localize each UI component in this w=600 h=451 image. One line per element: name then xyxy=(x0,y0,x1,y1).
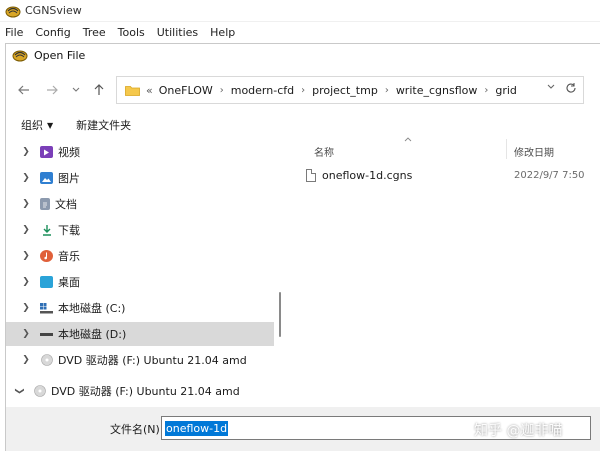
chevron-right-icon[interactable]: ❯ xyxy=(20,277,32,287)
filename-footer: 文件名(N): oneflow-1d 知乎 @迦非喵 xyxy=(6,407,600,451)
breadcrumb-item[interactable]: write_cgnsflow xyxy=(396,84,478,97)
navigation-pane: ❯ 视频 ❯ 图片 ❯ 文档 ❯ 下载 ❯ 音乐 ❯ 桌面 ❯ 本地磁盘 (C:… xyxy=(6,137,274,407)
arrow-up-icon xyxy=(94,84,104,95)
chevron-right-icon[interactable]: › xyxy=(220,85,224,96)
tree-item-label: DVD 驱动器 (F:) Ubuntu 21.04 amd xyxy=(58,354,247,367)
breadcrumb-item[interactable]: project_tmp xyxy=(312,84,378,97)
menu-tree[interactable]: Tree xyxy=(77,23,112,43)
music-icon xyxy=(40,250,53,262)
tree-item-label: 视频 xyxy=(58,146,80,159)
back-button[interactable] xyxy=(14,80,34,100)
chevron-right-icon[interactable]: › xyxy=(484,85,488,96)
tree-item-dvd-drive-expanded[interactable]: ❯ DVD 驱动器 (F:) Ubuntu 21.04 amd xyxy=(6,378,286,404)
chevron-right-icon[interactable]: ❯ xyxy=(20,303,32,313)
app-menubar: File Config Tree Tools Utilities Help xyxy=(0,23,600,43)
address-dropdown-icon[interactable] xyxy=(547,83,555,93)
menu-tools[interactable]: Tools xyxy=(112,23,151,43)
chevron-right-icon[interactable]: ❯ xyxy=(20,355,32,365)
up-button[interactable] xyxy=(89,80,109,100)
chevron-right-icon[interactable]: ❯ xyxy=(20,225,32,235)
tree-item-label: 图片 xyxy=(58,172,80,185)
file-modified: 2022/9/7 7:50 xyxy=(514,170,585,181)
drive-icon xyxy=(40,328,53,340)
tree-item-pictures[interactable]: ❯ 图片 xyxy=(6,166,274,190)
tree-item-music[interactable]: ❯ 音乐 xyxy=(6,244,274,268)
breadcrumb-item[interactable]: grid xyxy=(495,84,517,97)
address-bar[interactable]: « OneFLOW › modern-cfd › project_tmp › w… xyxy=(116,76,584,104)
navigation-row: « OneFLOW › modern-cfd › project_tmp › w… xyxy=(6,72,600,108)
tree-item-label: 本地磁盘 (D:) xyxy=(58,328,127,341)
scrollbar-thumb[interactable] xyxy=(279,292,281,337)
tree-item-label: 音乐 xyxy=(58,250,80,263)
tree-item-label: 下载 xyxy=(58,224,80,237)
forward-button[interactable] xyxy=(42,80,62,100)
dvd-icon xyxy=(40,354,53,366)
tree-item-drive-c[interactable]: ❯ 本地磁盘 (C:) xyxy=(6,296,274,320)
new-folder-button[interactable]: 新建文件夹 xyxy=(76,117,131,133)
tree-item-downloads[interactable]: ❯ 下载 xyxy=(6,218,274,242)
file-icon xyxy=(306,169,316,182)
download-icon xyxy=(40,224,53,236)
breadcrumb-item[interactable]: OneFLOW xyxy=(159,84,213,97)
video-icon xyxy=(40,146,53,158)
open-file-dialog: Open File « OneFLOW › modern-cfd › proje… xyxy=(5,43,600,451)
chevron-right-icon[interactable]: ❯ xyxy=(20,329,32,339)
organize-menu[interactable]: 组织 ▼ xyxy=(21,117,53,133)
desktop-icon xyxy=(40,276,53,288)
pictures-icon xyxy=(40,172,53,184)
tree-item-desktop[interactable]: ❯ 桌面 xyxy=(6,270,274,294)
chevron-right-icon[interactable]: › xyxy=(301,85,305,96)
menu-config[interactable]: Config xyxy=(29,23,76,43)
cgnsview-logo-icon xyxy=(12,50,28,62)
column-divider[interactable] xyxy=(506,139,507,159)
chevron-right-icon[interactable]: ❯ xyxy=(20,147,32,157)
file-name: oneflow-1d.cgns xyxy=(322,169,413,182)
menu-file[interactable]: File xyxy=(0,23,29,43)
chevron-down-icon[interactable]: ❯ xyxy=(14,385,24,397)
filename-label: 文件名(N): xyxy=(110,423,164,436)
column-modified[interactable]: 修改日期 xyxy=(514,144,554,159)
file-row[interactable]: oneflow-1d.cgns 2022/9/7 7:50 xyxy=(288,165,600,187)
caret-down-icon: ▼ xyxy=(47,120,54,130)
dialog-titlebar: Open File xyxy=(6,44,600,66)
app-title: CGNSview xyxy=(25,4,82,17)
chevron-down-icon xyxy=(72,87,80,92)
tree-item-dvd-drive[interactable]: ❯ DVD 驱动器 (F:) Ubuntu 21.04 amd xyxy=(6,348,274,372)
tree-item-documents[interactable]: ❯ 文档 xyxy=(6,192,274,216)
menu-help[interactable]: Help xyxy=(204,23,241,43)
dialog-toolbar: 组织 ▼ 新建文件夹 xyxy=(6,114,600,136)
tree-item-label: 桌面 xyxy=(58,276,80,289)
navigation-scrollbar[interactable] xyxy=(276,137,284,407)
tree-item-videos[interactable]: ❯ 视频 xyxy=(6,140,274,164)
organize-label: 组织 xyxy=(21,119,43,132)
recent-locations-button[interactable] xyxy=(66,80,86,100)
app-titlebar: CGNSview xyxy=(0,0,600,22)
breadcrumb-item[interactable]: modern-cfd xyxy=(231,84,294,97)
column-name[interactable]: 名称 xyxy=(314,144,334,159)
dialog-title: Open File xyxy=(34,48,86,62)
watermark: 知乎 @迦非喵 xyxy=(474,423,563,439)
documents-icon xyxy=(40,198,50,210)
breadcrumb-overflow[interactable]: « xyxy=(146,84,153,97)
tree-item-label: 文档 xyxy=(55,198,77,211)
refresh-icon[interactable] xyxy=(565,82,577,98)
chevron-right-icon[interactable]: ❯ xyxy=(20,199,32,209)
sort-up-icon xyxy=(404,135,412,144)
arrow-left-icon xyxy=(18,85,29,95)
file-list: 名称 修改日期 oneflow-1d.cgns 2022/9/7 7:50 xyxy=(288,137,600,407)
menu-utilities[interactable]: Utilities xyxy=(151,23,204,43)
tree-item-drive-d[interactable]: ❯ 本地磁盘 (D:) xyxy=(6,322,274,346)
dvd-icon xyxy=(33,385,46,397)
arrow-right-icon xyxy=(47,85,58,95)
filename-value: oneflow-1d xyxy=(165,420,229,436)
windows-drive-icon xyxy=(40,302,53,314)
folder-icon xyxy=(125,86,140,96)
tree-item-label: 本地磁盘 (C:) xyxy=(58,302,126,315)
tree-item-label: DVD 驱动器 (F:) Ubuntu 21.04 amd xyxy=(51,385,240,398)
column-header-row: 名称 修改日期 xyxy=(288,137,600,161)
chevron-right-icon[interactable]: ❯ xyxy=(20,251,32,261)
chevron-right-icon[interactable]: ❯ xyxy=(20,173,32,183)
chevron-right-icon[interactable]: › xyxy=(385,85,389,96)
cgnsview-logo-icon xyxy=(5,6,21,17)
